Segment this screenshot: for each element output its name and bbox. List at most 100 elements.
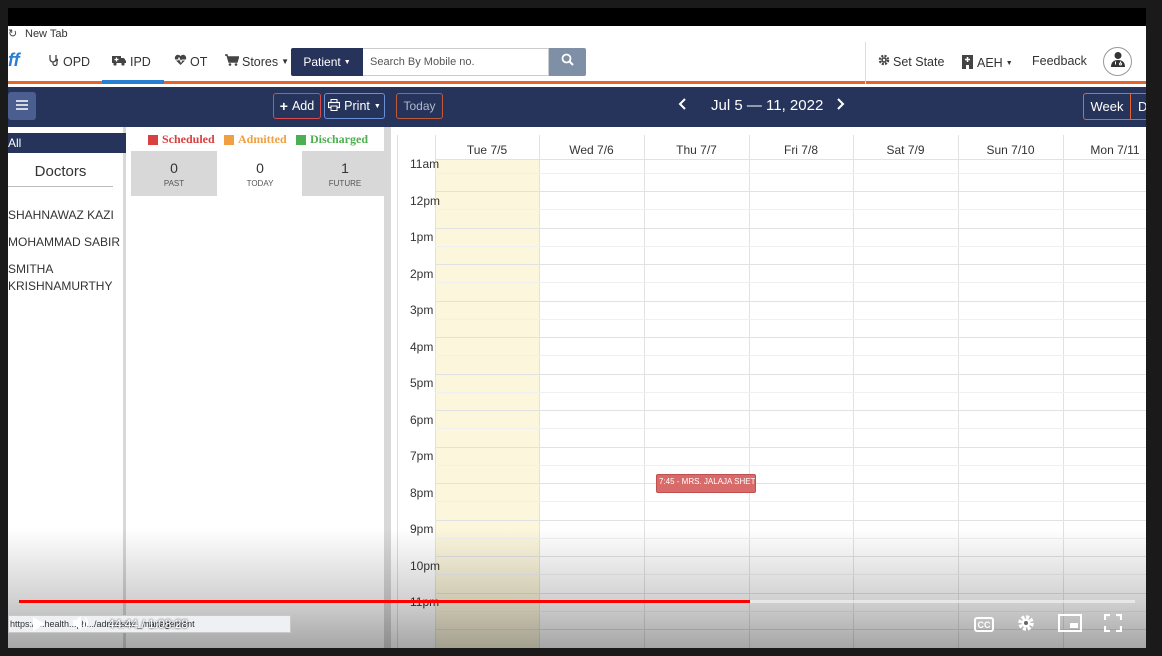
print-label: Print (344, 99, 370, 113)
grid-line (435, 319, 1146, 320)
filter-all[interactable]: All (8, 133, 126, 153)
time-label: 4pm (410, 340, 434, 354)
logo-icon: ff (8, 50, 20, 70)
stat-future[interactable]: 1 FUTURE (302, 151, 388, 196)
day-header[interactable]: Sat 7/9 (853, 143, 958, 157)
gear-icon (878, 54, 890, 69)
user-avatar[interactable] (1103, 47, 1132, 76)
grid-line (435, 520, 1146, 521)
day-header[interactable]: Fri 7/8 (749, 143, 853, 157)
day-view-button[interactable]: D (1131, 93, 1146, 120)
sidebar-toggle-button[interactable] (8, 92, 36, 120)
stat-label: FUTURE (328, 179, 362, 188)
fullscreen-button[interactable] (1103, 613, 1123, 637)
nav-stores[interactable]: Stores ▼ (225, 54, 289, 69)
settings-button[interactable] (1017, 614, 1035, 637)
grid-line (435, 173, 1146, 174)
stat-value: 0 (256, 160, 264, 176)
video-progress-fill (19, 600, 750, 603)
nav-ot[interactable]: OT (174, 54, 207, 69)
grid-line (435, 428, 1146, 429)
miniplayer-button[interactable] (1058, 614, 1082, 637)
grid-line (435, 191, 1146, 192)
grid-line (435, 337, 1146, 338)
day-header[interactable]: Sun 7/10 (958, 143, 1063, 157)
reload-icon: ↻ (8, 28, 18, 40)
stat-value: 0 (170, 160, 178, 176)
print-dropdown-button[interactable]: Print ▼ (324, 93, 385, 119)
next-week-button[interactable] (835, 97, 845, 113)
stat-past[interactable]: 0 PAST (131, 151, 217, 196)
patient-button-label: Patient (303, 55, 341, 69)
tab-title: New Tab (25, 28, 68, 40)
calendar-event[interactable]: 7:45 - MRS. JALAJA SHET (656, 474, 756, 493)
day-header[interactable]: Wed 7/6 (539, 143, 644, 157)
stat-value: 1 (341, 160, 349, 176)
week-view-button[interactable]: Week (1083, 93, 1131, 120)
captions-icon: CC (977, 619, 991, 630)
doctor-avatar-icon (1109, 50, 1127, 73)
time-label: 7pm (410, 449, 434, 463)
today-button[interactable]: Today (396, 93, 443, 119)
nav-opd[interactable]: OPD (48, 54, 90, 69)
add-button[interactable]: + Add (273, 93, 321, 119)
set-state-label: Set State (893, 54, 945, 69)
volume-button[interactable] (72, 615, 90, 636)
nav-ipd[interactable]: IPD (112, 54, 151, 69)
stat-today[interactable]: 0 TODAY (217, 151, 303, 196)
grid-line (435, 282, 1146, 283)
browser-tab[interactable]: ↻ New Tab (8, 26, 1146, 42)
video-progress-bar[interactable] (19, 600, 1135, 603)
feedback-label: Feedback (1032, 54, 1087, 68)
legend-label: Admitted (238, 132, 287, 146)
gear-icon (1017, 615, 1035, 636)
legend-swatch (296, 134, 306, 145)
chevron-right-icon (835, 97, 845, 113)
search-button[interactable] (549, 48, 586, 76)
time-label: 8pm (410, 486, 434, 500)
video-time: 44:44 / 1:08:28 (108, 617, 189, 631)
doctor-item[interactable]: MOHAMMAD SABIR (8, 234, 123, 251)
day-header[interactable]: Tue 7/5 (435, 143, 539, 157)
legend-discharged: Discharged (296, 132, 368, 147)
play-button[interactable] (32, 616, 46, 637)
grid-line (435, 410, 1146, 411)
legend-swatch (224, 134, 234, 145)
nav-stores-label: Stores (242, 54, 279, 69)
patient-dropdown-button[interactable]: Patient ▼ (291, 48, 363, 76)
doctor-item[interactable]: SMITHA KRISHNAMURTHY (8, 261, 112, 295)
captions-button[interactable]: CC (974, 617, 994, 632)
date-range-title: Jul 5 — 11, 2022 (711, 97, 824, 114)
time-label: 6pm (410, 413, 434, 427)
volume-icon (72, 616, 90, 635)
time-label: 3pm (410, 303, 434, 317)
day-header[interactable]: Thu 7/7 (644, 143, 749, 157)
main-nav: ff OPD IPD OT Stores ▼ Patient ▼ Search … (8, 42, 1146, 84)
search-icon (561, 53, 574, 71)
feedback-link[interactable]: Feedback (1032, 54, 1087, 68)
set-state-button[interactable]: Set State (878, 54, 944, 69)
stat-label: PAST (163, 179, 185, 188)
grid-line (435, 374, 1146, 375)
grid-line (435, 501, 1146, 502)
play-icon (32, 616, 46, 636)
app-frame: ↻ New Tab ff OPD IPD OT Stores ▼ Patient… (8, 8, 1146, 648)
caret-down-icon: ▼ (281, 57, 290, 66)
legend-admitted: Admitted (224, 132, 287, 147)
list-icon (15, 98, 29, 114)
day-header[interactable]: Mon 7/11 (1063, 143, 1146, 157)
grid-line (435, 246, 1146, 247)
time-label: 11am (410, 157, 440, 171)
prev-week-button[interactable] (678, 97, 688, 113)
nav-ot-label: OT (190, 54, 208, 69)
org-dropdown[interactable]: AEH ▼ (961, 54, 1013, 72)
nav-ipd-label: IPD (130, 54, 151, 69)
hospital-icon (961, 54, 974, 72)
ambulance-icon (112, 54, 127, 69)
doctor-item[interactable]: SHAHNAWAZ KAZI (8, 207, 123, 224)
legend-swatch (148, 134, 158, 145)
miniplayer-icon (1058, 614, 1082, 636)
search-mobile-input[interactable] (363, 48, 549, 76)
grid-line (435, 228, 1146, 229)
plus-icon: + (279, 98, 288, 114)
